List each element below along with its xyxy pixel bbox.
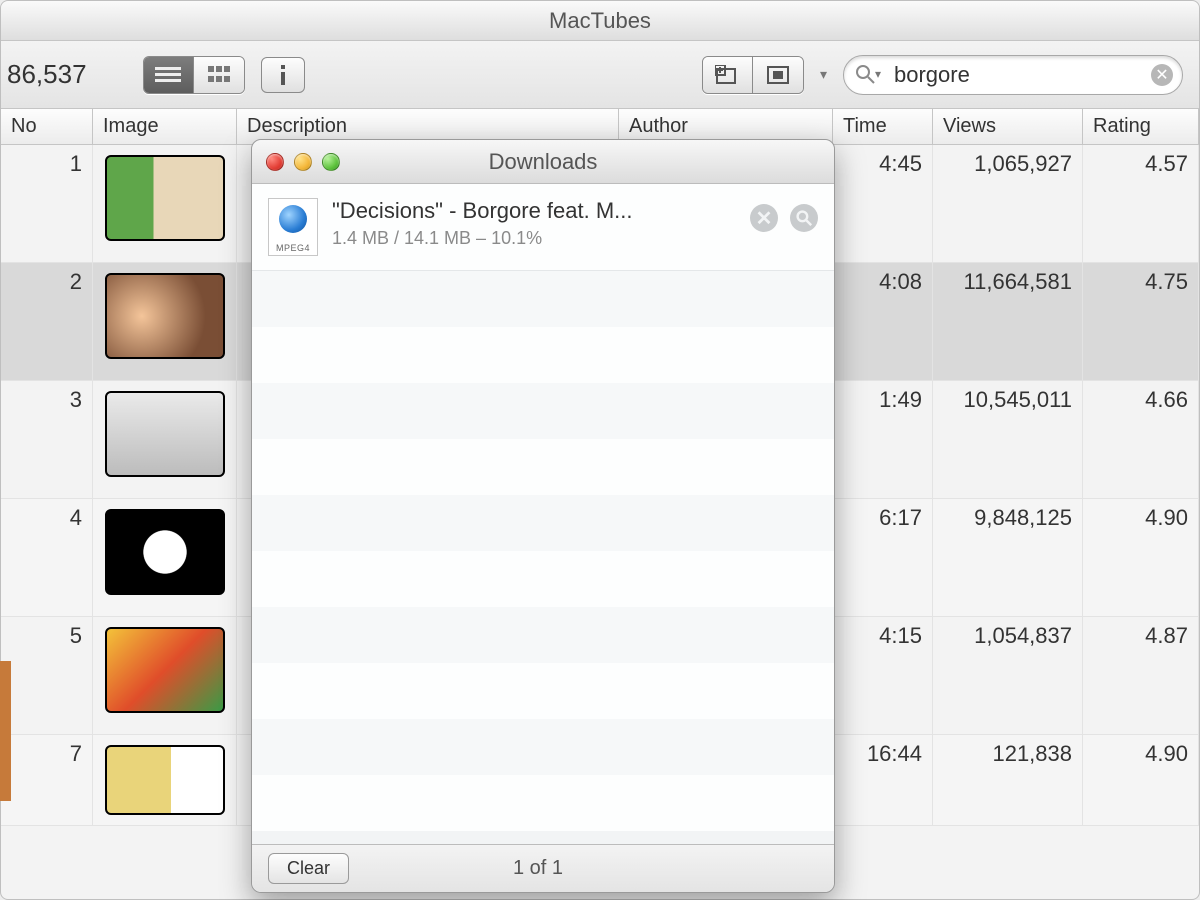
col-views[interactable]: Views [933,109,1083,144]
grid-icon [208,66,230,84]
cell-no: 2 [1,263,93,380]
thumbnail[interactable] [105,509,225,595]
new-window-button[interactable] [703,57,753,93]
download-filename: "Decisions" - Borgore feat. M... [332,198,736,224]
cell-rating: 4.90 [1083,735,1199,825]
downloads-window: Downloads "Decisions" - Borgore feat. M.… [251,139,835,893]
x-icon: ✕ [1155,65,1168,85]
cell-no: 4 [1,499,93,616]
cell-no: 5 [1,617,93,734]
new-window-icon [715,65,739,85]
search-icon [855,64,875,84]
window-frame-button[interactable] [753,57,803,93]
cell-rating: 4.57 [1083,145,1199,262]
thumbnail[interactable] [105,391,225,477]
downloads-title: Downloads [252,149,834,175]
cell-rating: 4.66 [1083,381,1199,498]
view-grid-button[interactable] [194,57,244,93]
cell-rating: 4.87 [1083,617,1199,734]
downloads-list: "Decisions" - Borgore feat. M... 1.4 MB … [252,184,834,844]
cell-views: 10,545,011 [933,381,1083,498]
col-image[interactable]: Image [93,109,237,144]
search-dropdown-caret[interactable]: ▾ [820,66,827,83]
cell-time: 1:49 [833,381,933,498]
reveal-download-button[interactable] [790,204,818,232]
result-count: 86,537 [7,59,127,90]
col-time[interactable]: Time [833,109,933,144]
window-title: MacTubes [549,8,651,33]
downloads-empty-rows [252,271,834,831]
col-rating[interactable]: Rating [1083,109,1199,144]
view-mode-segmented [143,56,245,94]
info-button[interactable] [261,57,305,93]
downloads-titlebar[interactable]: Downloads [252,140,834,184]
cell-views: 121,838 [933,735,1083,825]
cell-time: 4:08 [833,263,933,380]
cell-no: 7 [1,735,93,825]
toolbar: 86,537 [1,41,1199,109]
download-progress-text: 1.4 MB / 14.1 MB – 10.1% [332,228,736,249]
main-window: MacTubes 86,537 [0,0,1200,900]
file-type-icon [268,198,318,256]
cell-time: 16:44 [833,735,933,825]
frame-icon [767,66,789,84]
cell-views: 9,848,125 [933,499,1083,616]
info-icon [278,65,288,85]
downloads-footer: Clear 1 of 1 [252,844,834,892]
cell-views: 11,664,581 [933,263,1083,380]
search-input[interactable] [843,55,1183,95]
search-wrap: ▾ ✕ [843,55,1183,95]
list-lines-icon [155,66,181,84]
x-icon: ✕ [756,206,773,231]
thumbnail[interactable] [105,273,225,359]
window-mode-segmented [702,56,804,94]
thumbnail[interactable] [105,627,225,713]
cell-rating: 4.75 [1083,263,1199,380]
cell-views: 1,054,837 [933,617,1083,734]
search-clear-button[interactable]: ✕ [1151,64,1173,86]
window-titlebar: MacTubes [1,1,1199,41]
cell-no: 1 [1,145,93,262]
thumbnail[interactable] [105,155,225,241]
col-no[interactable]: No [1,109,93,144]
magnifier-icon [796,210,812,226]
cell-views: 1,065,927 [933,145,1083,262]
search-scope-caret-icon[interactable]: ▾ [875,67,881,81]
downloads-count: 1 of 1 [242,857,834,880]
cell-rating: 4.90 [1083,499,1199,616]
cell-time: 4:15 [833,617,933,734]
sidebar-edge-artwork [0,661,11,801]
thumbnail[interactable] [105,745,225,815]
cell-time: 4:45 [833,145,933,262]
cell-no: 3 [1,381,93,498]
download-item[interactable]: "Decisions" - Borgore feat. M... 1.4 MB … [252,184,834,271]
view-list-button[interactable] [144,57,194,93]
cancel-download-button[interactable]: ✕ [750,204,778,232]
cell-time: 6:17 [833,499,933,616]
